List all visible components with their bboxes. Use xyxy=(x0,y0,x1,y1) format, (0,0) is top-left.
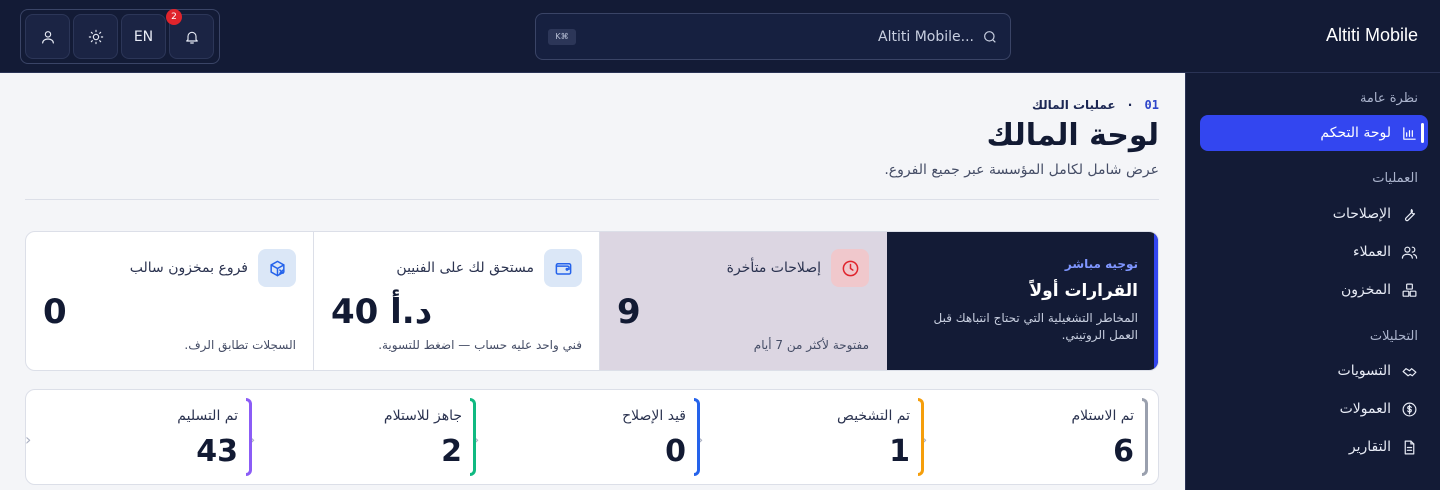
stage-in-repair[interactable]: قيد الإصلاح 0 › xyxy=(473,398,700,476)
clock-icon xyxy=(842,260,858,276)
sidebar-item-inventory[interactable]: المخزون xyxy=(1200,272,1428,308)
stat-note: السجلات تطابق الرف. xyxy=(184,338,296,352)
notification-badge: 2 xyxy=(166,9,182,25)
sidebar-item-settlements[interactable]: التسويات xyxy=(1200,353,1428,389)
stat-value: 0 xyxy=(43,292,67,332)
user-icon xyxy=(41,30,54,44)
stat-icon-box xyxy=(258,249,296,287)
stage-value: 0 xyxy=(665,434,686,469)
search-input[interactable]: K⌘ ...Altiti Mobile xyxy=(535,13,1011,60)
stat-card-overdue-repairs[interactable]: إصلاحات متأخرة 9 مفتوحة لأكثر من 7 أيام xyxy=(599,232,887,370)
sidebar-item-repairs[interactable]: الإصلاحات xyxy=(1200,196,1428,232)
brand-name[interactable]: Altiti Mobile xyxy=(1326,25,1418,46)
handshake-icon xyxy=(1402,367,1417,376)
chart-bar-icon xyxy=(1403,126,1416,140)
sidebar-item-commissions[interactable]: العمولات xyxy=(1200,391,1428,427)
chevron-left-icon: › xyxy=(25,430,32,449)
stat-card-negative-stock[interactable]: فروع بمخزون سالب 0 السجلات تطابق الرف. xyxy=(26,232,314,370)
package-x-icon xyxy=(269,260,285,276)
stat-icon-box xyxy=(831,249,869,287)
top-bar: EN 2 K⌘ ...Altiti Mobile Altiti Mobile xyxy=(0,0,1440,73)
stat-card-technician-balance[interactable]: مستحق لك على الفنيين 40 د.أ فني واحد علي… xyxy=(313,232,600,370)
sidebar-item-label: الإصلاحات xyxy=(1332,206,1391,222)
stage-bar xyxy=(246,398,252,476)
feature-tag: توجيه مباشر xyxy=(1064,257,1138,271)
stage-delivered[interactable]: تم التسليم 43 › xyxy=(25,398,252,476)
sidebar-item-dashboard[interactable]: لوحة التحكم xyxy=(1200,115,1428,151)
wrench-icon xyxy=(1404,208,1416,221)
stats-row: توجيه مباشر القرارات أولاً المخاطر التشغ… xyxy=(25,231,1159,371)
stage-label: جاهز للاستلام xyxy=(383,408,462,424)
stage-bar xyxy=(694,398,700,476)
active-indicator xyxy=(1421,123,1424,143)
sidebar-item-label: العمولات xyxy=(1339,401,1391,417)
stat-note: مفتوحة لأكثر من 7 أيام xyxy=(753,338,869,352)
stage-diagnosed[interactable]: تم التشخيص 1 › xyxy=(697,398,924,476)
stage-label: تم التشخيص xyxy=(837,408,910,424)
sidebar-item-label: التقارير xyxy=(1348,439,1391,455)
stat-icon-box xyxy=(544,249,582,287)
breadcrumb-number: 01 xyxy=(1144,98,1159,112)
main-content: 01 · عمليات المالك لوحة المالك عرض شامل … xyxy=(0,74,1185,490)
feature-title: القرارات أولاً xyxy=(1029,281,1138,301)
stage-ready[interactable]: جاهز للاستلام 2 › xyxy=(249,398,476,476)
header-actions: EN 2 xyxy=(20,9,220,64)
sidebar: نظرة عامة لوحة التحكم العمليات الإصلاحات… xyxy=(1185,73,1440,490)
feature-description: المخاطر التشغيلية التي تحتاج انتباهك قبل… xyxy=(933,311,1138,342)
sidebar-item-label: لوحة التحكم xyxy=(1320,125,1391,141)
stage-bar xyxy=(918,398,924,476)
stage-received[interactable]: تم الاستلام 6 › xyxy=(921,398,1148,476)
sidebar-item-customers[interactable]: العملاء xyxy=(1200,234,1428,270)
sidebar-item-label: العملاء xyxy=(1353,244,1391,260)
header-divider xyxy=(25,199,1159,200)
stat-value: 9 xyxy=(617,292,641,332)
stage-label: تم التسليم xyxy=(177,408,238,424)
stat-label: مستحق لك على الفنيين xyxy=(396,260,534,276)
breadcrumb: 01 · عمليات المالك xyxy=(1032,98,1159,112)
bell-icon xyxy=(185,31,198,44)
stage-value: 2 xyxy=(441,434,462,469)
sidebar-section-analytics: التحليلات xyxy=(1369,329,1418,344)
sidebar-section-overview: نظرة عامة xyxy=(1359,91,1418,106)
stage-value: 6 xyxy=(1113,434,1134,469)
repair-pipeline: تم الاستلام 6 › تم التشخيص 1 › قيد الإصل… xyxy=(25,389,1159,485)
stage-value: 1 xyxy=(889,434,910,469)
users-icon xyxy=(1401,246,1418,259)
file-icon xyxy=(1404,440,1415,454)
wallet-icon xyxy=(555,262,571,275)
stat-value: 40 د.أ xyxy=(331,292,433,332)
stat-note: فني واحد عليه حساب — اضغط للتسوية. xyxy=(378,338,582,352)
stage-label: قيد الإصلاح xyxy=(622,408,686,424)
stage-label: تم الاستلام xyxy=(1071,408,1134,424)
stage-value: 43 xyxy=(196,434,238,469)
shortcut-hint: K⌘ xyxy=(548,28,576,45)
breadcrumb-separator: · xyxy=(1127,98,1133,112)
decisions-card: توجيه مباشر القرارات أولاً المخاطر التشغ… xyxy=(885,232,1158,370)
sun-icon xyxy=(88,29,103,44)
sidebar-item-label: المخزون xyxy=(1340,282,1391,298)
theme-toggle-button[interactable] xyxy=(73,14,118,59)
page-title: لوحة المالك xyxy=(986,118,1159,153)
profile-button[interactable] xyxy=(25,14,70,59)
sidebar-item-reports[interactable]: التقارير xyxy=(1200,429,1428,465)
notifications-button[interactable]: 2 xyxy=(166,9,214,59)
stat-label: إصلاحات متأخرة xyxy=(726,260,821,276)
coin-icon xyxy=(1402,402,1417,416)
search-icon xyxy=(984,30,996,43)
sidebar-section-operations: العمليات xyxy=(1372,171,1418,186)
language-button[interactable]: EN xyxy=(121,14,166,59)
stage-bar xyxy=(1142,398,1148,476)
breadcrumb-label: عمليات المالك xyxy=(1031,98,1116,112)
stat-label: فروع بمخزون سالب xyxy=(129,260,248,276)
search-placeholder: ...Altiti Mobile xyxy=(878,28,974,45)
sidebar-item-label: التسويات xyxy=(1337,363,1391,379)
page-subtitle: عرض شامل لكامل المؤسسة عبر جميع الفروع. xyxy=(884,162,1159,178)
boxes-icon xyxy=(1402,283,1417,297)
stage-bar xyxy=(470,398,476,476)
